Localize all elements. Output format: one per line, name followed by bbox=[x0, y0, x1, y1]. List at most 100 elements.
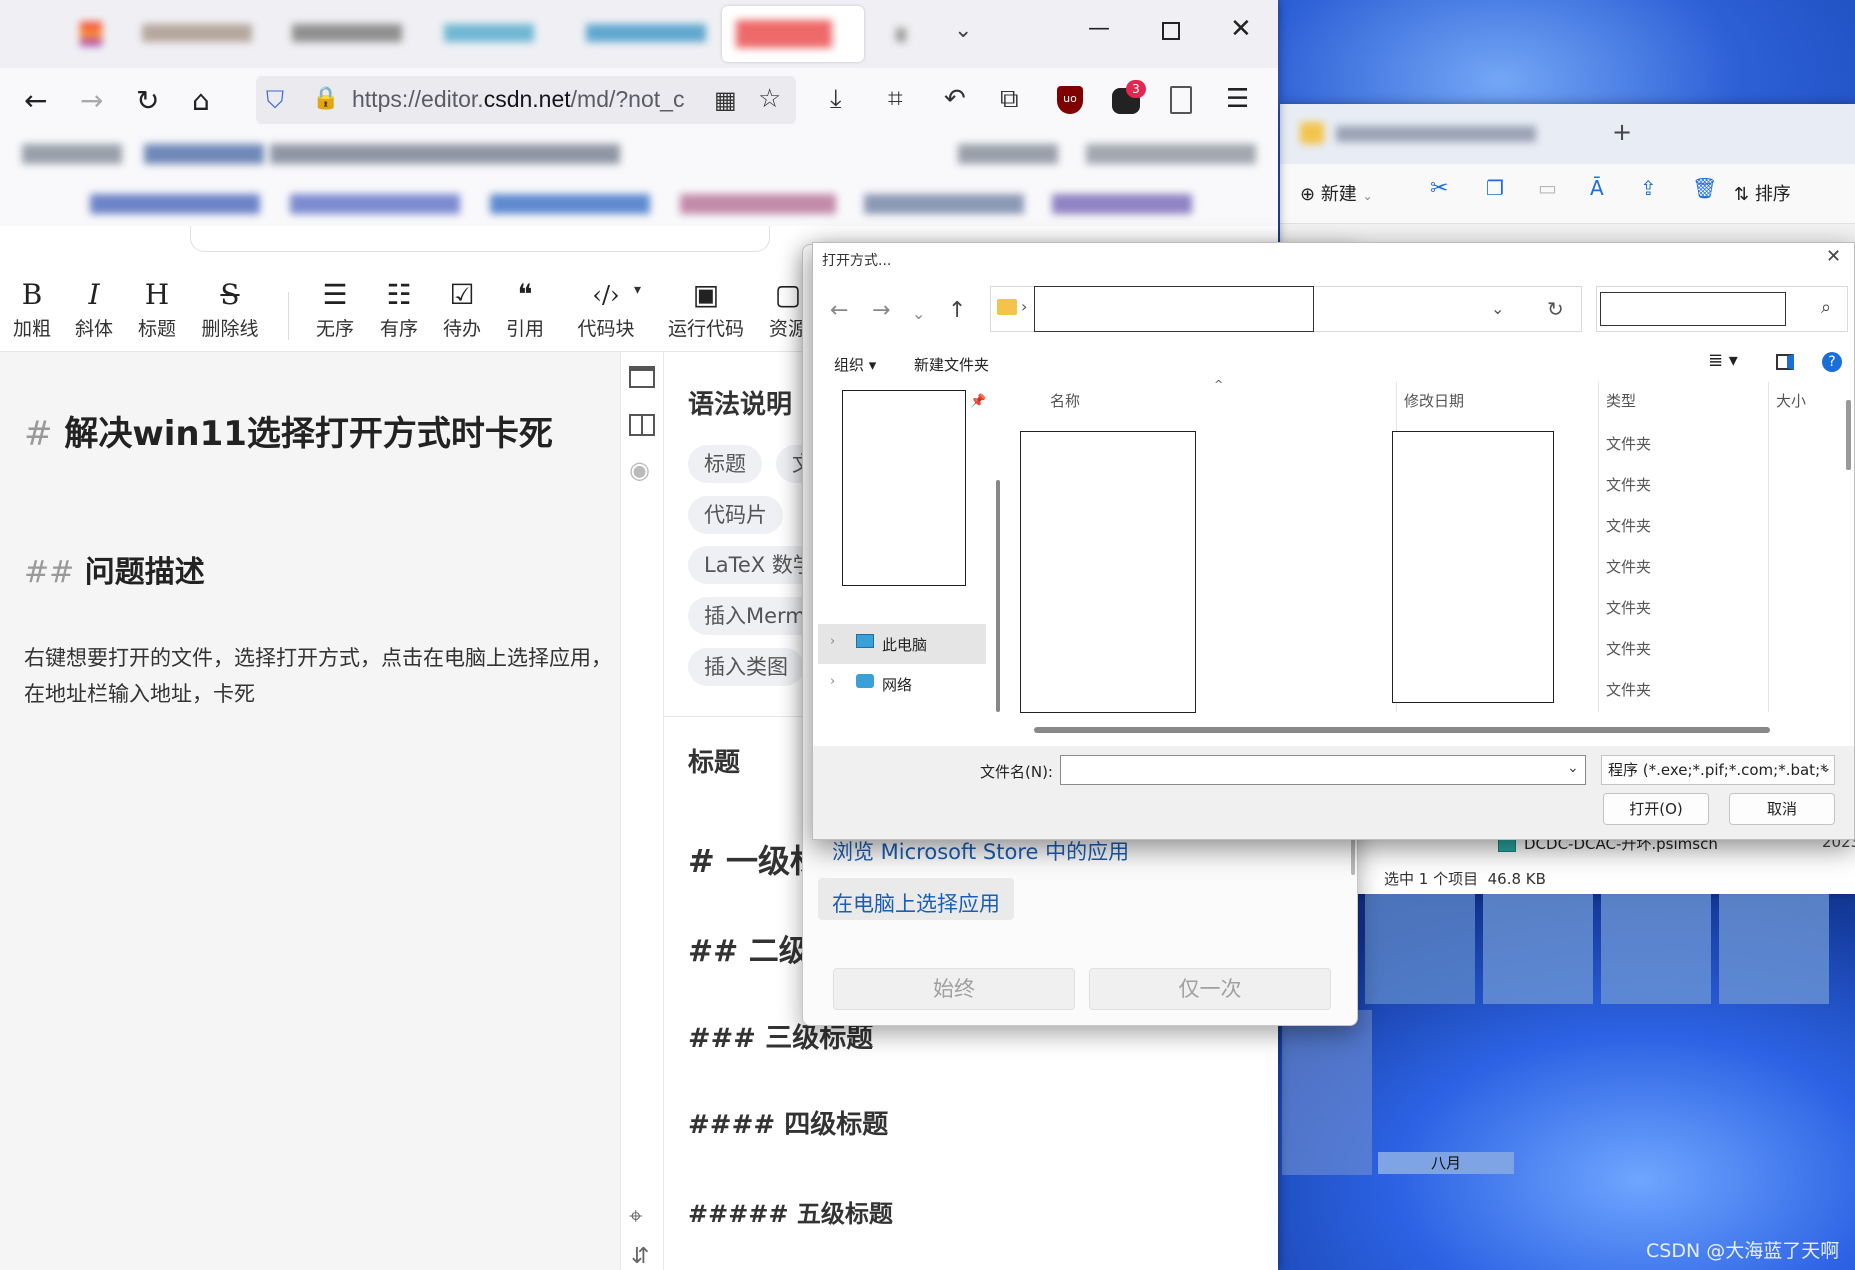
up-folder-icon[interactable]: ↑ bbox=[948, 298, 966, 323]
quote-icon: ❝ bbox=[517, 278, 533, 311]
downloads-icon[interactable]: ⤓ bbox=[830, 84, 842, 115]
refresh-icon[interactable]: ↻ bbox=[1547, 297, 1564, 321]
cut-icon[interactable]: ✂ bbox=[1430, 176, 1448, 201]
help-chip[interactable]: 插入类图 bbox=[688, 648, 804, 686]
toolbar-label: 运行代码 bbox=[667, 318, 744, 340]
url-text[interactable]: https://editor.csdn.net/md/?not_c bbox=[352, 86, 700, 113]
help-chip[interactable]: 标题 bbox=[688, 445, 762, 483]
reload-icon[interactable]: ↻ bbox=[136, 84, 159, 117]
maximize-button[interactable] bbox=[1162, 22, 1180, 40]
bold-button[interactable]: B 加粗 bbox=[12, 276, 52, 341]
nav-scrollbar[interactable] bbox=[996, 480, 1000, 712]
todo-button[interactable]: ☑ 待办 bbox=[442, 276, 482, 341]
filename-dropdown-icon[interactable]: ⌄ bbox=[1567, 760, 1579, 776]
filename-input[interactable]: ⌄ bbox=[1060, 755, 1586, 785]
tab[interactable] bbox=[586, 24, 706, 42]
file-type-filter[interactable]: 程序 (*.exe;*.pif;*.com;*.bat;* bbox=[1601, 755, 1835, 785]
dialog-forward-icon[interactable]: → bbox=[872, 298, 890, 323]
home-icon[interactable]: ⌂ bbox=[192, 84, 210, 117]
strikethrough-button[interactable]: S 删除线 bbox=[200, 276, 260, 341]
cancel-button[interactable]: 取消 bbox=[1729, 793, 1835, 825]
share-icon[interactable]: ⇪ bbox=[1640, 176, 1657, 200]
tracking-protection-shield-icon[interactable]: ⛉ bbox=[266, 86, 284, 114]
delete-icon[interactable]: 🗑 bbox=[1692, 176, 1717, 200]
new-button[interactable]: ⊕ 新建 ⌄ bbox=[1300, 180, 1373, 206]
file-names-region[interactable] bbox=[1020, 431, 1196, 713]
expand-chevron-icon[interactable]: › bbox=[830, 674, 835, 689]
screenshot-crop-icon[interactable]: ⌗ bbox=[888, 84, 903, 115]
bookmark-star-icon[interactable]: ☆ bbox=[758, 84, 781, 114]
nav-item-network[interactable]: 网络 bbox=[882, 674, 912, 695]
search-input[interactable] bbox=[1600, 292, 1786, 326]
qr-code-icon[interactable]: ▦ bbox=[714, 86, 737, 114]
tab[interactable] bbox=[292, 24, 402, 42]
minimize-button[interactable]: — bbox=[1088, 16, 1110, 41]
menu-icon[interactable]: ☰ bbox=[1226, 84, 1249, 114]
markdown-editor[interactable] bbox=[0, 352, 620, 1270]
ordered-list-button[interactable]: ☷ 有序 bbox=[379, 276, 419, 341]
code-dropdown-icon[interactable]: ▾ bbox=[634, 282, 641, 298]
ublock-icon[interactable]: uo bbox=[1057, 86, 1083, 114]
help-icon[interactable]: ? bbox=[1822, 352, 1842, 372]
view-options-icon[interactable]: ≣ ▾ bbox=[1708, 350, 1738, 371]
column-type[interactable]: 类型 bbox=[1606, 390, 1636, 411]
close-button[interactable]: ✕ bbox=[1230, 14, 1252, 44]
organize-button[interactable]: 组织 ▾ bbox=[834, 354, 876, 375]
recent-locations-icon[interactable]: ⌄ bbox=[912, 304, 925, 323]
heading-button[interactable]: H 标题 bbox=[137, 276, 177, 341]
choose-app-on-pc-link[interactable]: 在电脑上选择应用 bbox=[832, 888, 1000, 918]
address-dropdown-icon[interactable]: ⌄ bbox=[1491, 299, 1504, 318]
unordered-list-button[interactable]: ☰ 无序 bbox=[315, 276, 355, 341]
open-button[interactable]: 打开(O) bbox=[1603, 793, 1709, 825]
column-size[interactable]: 大小 bbox=[1776, 390, 1806, 411]
column-name[interactable]: 名称 bbox=[1050, 390, 1080, 411]
doc-h2: ## 问题描述 bbox=[24, 547, 205, 591]
layout-single-icon[interactable] bbox=[629, 366, 655, 388]
tab[interactable] bbox=[896, 28, 906, 42]
back-icon[interactable]: ← bbox=[24, 84, 47, 117]
locate-icon[interactable]: ⌖ bbox=[629, 1202, 643, 1230]
microsoft-store-link[interactable]: 浏览 Microsoft Store 中的应用 bbox=[832, 836, 1129, 866]
undo-icon[interactable]: ↶ bbox=[944, 84, 966, 114]
ordered-list-icon: ☷ bbox=[386, 278, 412, 311]
filter-dropdown-icon[interactable]: ⌄ bbox=[1820, 760, 1832, 776]
active-tab[interactable] bbox=[722, 6, 864, 62]
just-once-button[interactable]: 仅一次 bbox=[1089, 968, 1331, 1010]
italic-button[interactable]: I 斜体 bbox=[74, 276, 114, 341]
tab[interactable] bbox=[444, 24, 534, 42]
copy-icon[interactable]: ❐ bbox=[1486, 176, 1504, 200]
bold-icon: B bbox=[21, 278, 43, 311]
toolbar-label: 代码块 bbox=[577, 318, 635, 340]
dialog-close-icon[interactable]: ✕ bbox=[1826, 246, 1841, 267]
file-list-vscrollbar[interactable] bbox=[1846, 400, 1851, 470]
tab-list-chevron-icon[interactable]: ⌄ bbox=[954, 18, 972, 43]
explorer-tab-title[interactable] bbox=[1336, 126, 1536, 142]
quote-button[interactable]: ❝ 引用 bbox=[505, 276, 545, 341]
new-tab-icon[interactable]: + bbox=[1612, 118, 1632, 146]
sort-button[interactable]: ⇅ 排序 bbox=[1734, 180, 1791, 206]
toolbar-label: 斜体 bbox=[74, 318, 113, 340]
address-input[interactable] bbox=[1034, 286, 1314, 332]
forward-icon[interactable]: → bbox=[80, 84, 103, 117]
expand-chevron-icon[interactable]: › bbox=[830, 634, 835, 649]
preview-pane-icon[interactable] bbox=[1776, 354, 1794, 370]
rename-icon[interactable]: Ā bbox=[1590, 176, 1604, 200]
file-list-hscrollbar[interactable] bbox=[1034, 727, 1770, 733]
extensions-icon[interactable]: ⧉ bbox=[1000, 84, 1019, 115]
run-code-button[interactable]: ▣ 运行代码 bbox=[666, 276, 746, 341]
filename-label: 文件名(N): bbox=[980, 763, 1053, 781]
column-date[interactable]: 修改日期 bbox=[1404, 390, 1464, 411]
help-chip[interactable]: 代码片 bbox=[688, 496, 783, 534]
lock-icon[interactable]: 🔒 bbox=[312, 86, 339, 111]
code-block-button[interactable]: ‹/› 代码块 bbox=[574, 276, 638, 341]
reader-icon[interactable] bbox=[1170, 86, 1192, 114]
paste-icon[interactable]: ▭ bbox=[1538, 176, 1557, 200]
search-icon[interactable]: ⌕ bbox=[1821, 297, 1831, 318]
always-button[interactable]: 始终 bbox=[833, 968, 1075, 1010]
layout-split-icon[interactable] bbox=[629, 414, 655, 436]
sync-scroll-icon[interactable]: ⇵ bbox=[631, 1244, 649, 1269]
new-folder-button[interactable]: 新建文件夹 bbox=[914, 354, 989, 375]
dialog-back-icon[interactable]: ← bbox=[830, 298, 848, 323]
tab[interactable] bbox=[142, 24, 252, 42]
preview-eye-icon[interactable]: ◉ bbox=[629, 456, 650, 484]
